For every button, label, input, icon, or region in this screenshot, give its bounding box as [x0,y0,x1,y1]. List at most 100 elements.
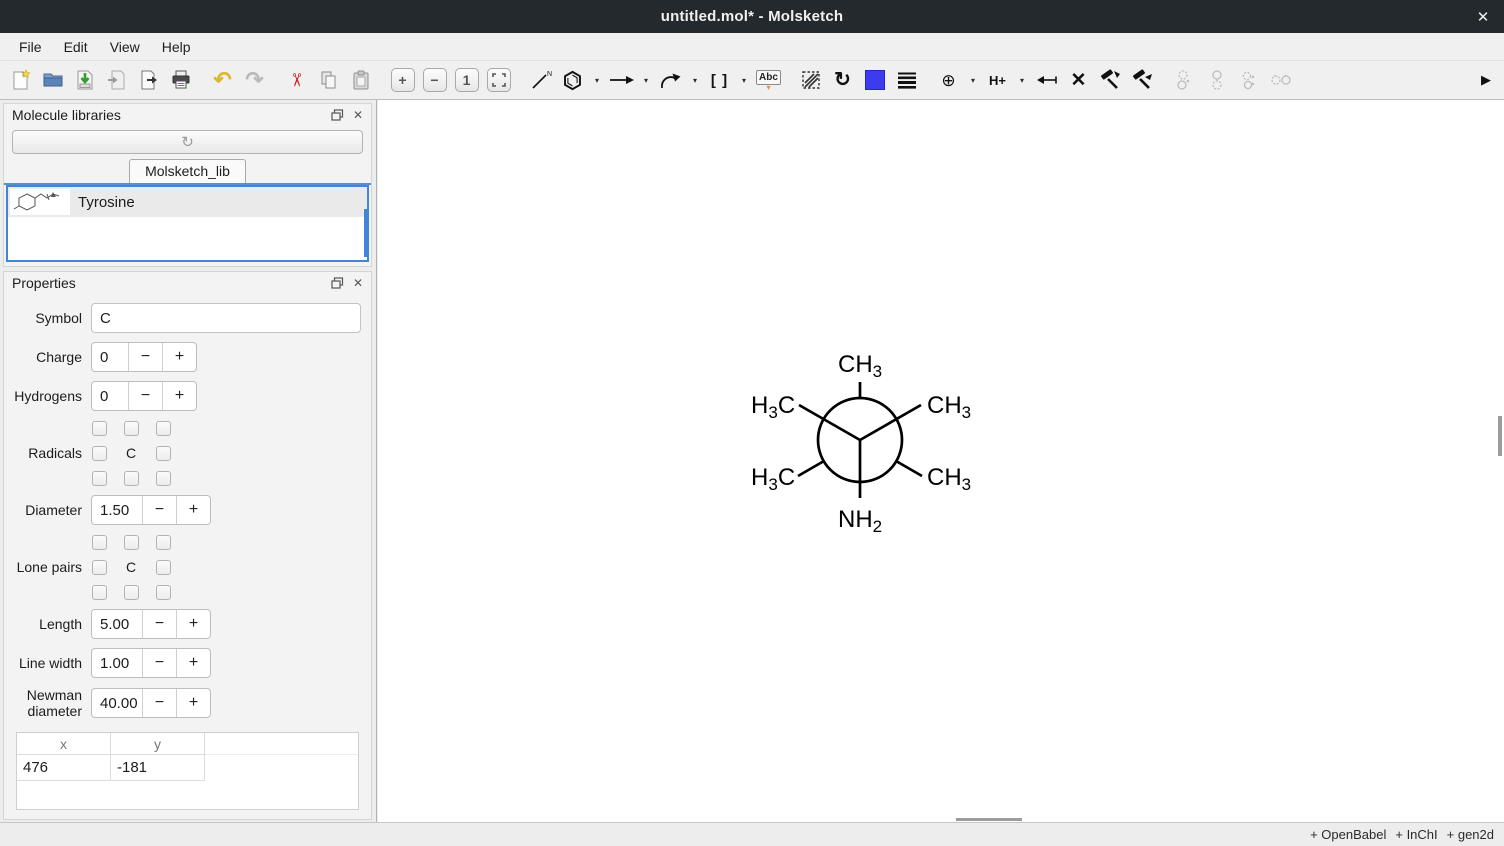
newman-diameter-value[interactable]: 40.00 [92,689,142,717]
import-button[interactable] [102,66,131,95]
zoom-fit-button[interactable] [484,66,513,95]
radical-checkbox[interactable] [156,421,171,436]
hydrogen-tool-dropdown[interactable]: ▾ [1015,66,1029,95]
diameter-label: Diameter [10,502,82,518]
radical-checkbox[interactable] [92,446,107,461]
line-width-decrement-button[interactable]: − [142,649,176,677]
list-item-tyrosine[interactable]: Tyrosine [8,187,367,217]
bracket-tool-button[interactable]: [ ] [705,66,734,95]
library-list-scrollbar[interactable] [364,209,367,257]
lone-pair-checkbox[interactable] [92,560,107,575]
x-coordinate-cell[interactable]: 476 [17,755,111,781]
cut-button[interactable]: ✂ [282,66,311,95]
lone-pair-checkbox[interactable] [156,560,171,575]
charge-tool-button[interactable]: ⊕ [934,66,963,95]
export-button[interactable] [134,66,163,95]
bracket-tool-dropdown[interactable]: ▾ [737,66,751,95]
toolbar-overflow-button[interactable]: ▶ [1474,66,1498,95]
undo-icon: ↶ [213,69,231,91]
paste-button[interactable] [346,66,375,95]
undo-button[interactable]: ↶ [208,66,237,95]
molecule-libraries-title: Molecule libraries [12,107,322,123]
refresh-libraries-button[interactable]: ↻ [12,130,363,154]
canvas-vertical-scrollbar[interactable] [1498,416,1502,456]
diameter-decrement-button[interactable]: − [142,496,176,524]
length-value[interactable]: 5.00 [92,610,142,638]
radical-checkbox[interactable] [92,421,107,436]
color-picker-button[interactable] [860,66,889,95]
hydrogens-spinner: 0 − + [91,381,197,411]
hammer-flip-tool-button[interactable] [1128,66,1157,95]
line-width-button[interactable] [892,66,921,95]
open-file-button[interactable] [38,66,67,95]
length-decrement-button[interactable]: − [142,610,176,638]
ring-tool-dropdown[interactable]: ▾ [590,66,604,95]
lone-pair-checkbox[interactable] [92,585,107,600]
tab-molsketch-lib[interactable]: Molsketch_lib [129,159,246,183]
toolbar: ↶ ↷ ✂ + − 1 N ▾ ▾ ▾ [ ] ▾ [0,61,1504,100]
menu-file[interactable]: File [8,35,53,59]
line-width-increment-button[interactable]: + [176,649,210,677]
hydrogens-increment-button[interactable]: + [162,382,196,410]
newman-diameter-decrement-button[interactable]: − [142,689,176,717]
length-increment-button[interactable]: + [176,610,210,638]
arrow-tool-dropdown[interactable]: ▾ [639,66,653,95]
delete-tool-button[interactable]: ✕ [1064,66,1093,95]
close-panel-icon[interactable]: ✕ [353,108,363,122]
zoom-original-button[interactable]: 1 [452,66,481,95]
zoom-out-button[interactable]: − [420,66,449,95]
symbol-input[interactable]: C [91,303,361,333]
lone-pair-checkbox[interactable] [156,585,171,600]
radical-checkbox[interactable] [92,471,107,486]
copy-button[interactable] [314,66,343,95]
charge-increment-button[interactable]: + [162,343,196,371]
close-panel-icon[interactable]: ✕ [353,276,363,290]
diameter-value[interactable]: 1.50 [92,496,142,524]
ring-tool-button[interactable] [558,66,587,95]
inactive-tool-group [1170,66,1295,95]
hydrogens-value[interactable]: 0 [92,382,128,410]
mechanism-arrow-dropdown[interactable]: ▾ [688,66,702,95]
save-button[interactable] [70,66,99,95]
y-coordinate-cell[interactable]: -181 [111,755,205,781]
menu-edit[interactable]: Edit [53,35,99,59]
newman-diameter-increment-button[interactable]: + [176,689,210,717]
radicals-label: Radicals [10,445,82,461]
rotate-tool-button[interactable]: ↻ [828,66,857,95]
zoom-in-button[interactable]: + [388,66,417,95]
line-width-value[interactable]: 1.00 [92,649,142,677]
radical-checkbox[interactable] [124,471,139,486]
selection-tool-button[interactable] [796,66,825,95]
menu-help[interactable]: Help [151,35,202,59]
charge-value[interactable]: 0 [92,343,128,371]
canvas-horizontal-scrollbar[interactable] [956,818,1022,821]
lone-pair-tool-button[interactable] [1032,66,1061,95]
float-panel-icon[interactable] [331,277,344,289]
newman-projection-molecule[interactable]: CH3 H3C CH3 H3C CH3 NH2 [741,330,991,545]
radical-checkbox[interactable] [156,471,171,486]
file-tool-group [6,66,195,95]
lone-pair-checkbox[interactable] [156,535,171,550]
menu-view[interactable]: View [99,35,151,59]
text-tool-button[interactable]: Abc ▾ [754,66,783,95]
diameter-increment-button[interactable]: + [176,496,210,524]
draw-bond-tool-button[interactable]: N [526,66,555,95]
lone-pairs-grid: C [91,534,171,600]
lone-pair-checkbox[interactable] [124,535,139,550]
radical-checkbox[interactable] [156,446,171,461]
hammer-tool-button[interactable] [1096,66,1125,95]
print-button[interactable] [166,66,195,95]
radical-checkbox[interactable] [124,421,139,436]
drawing-canvas[interactable]: CH3 H3C CH3 H3C CH3 NH2 [378,100,1504,822]
hydrogen-tool-button[interactable]: H+ [983,66,1012,95]
mechanism-arrow-tool-button[interactable] [656,66,685,95]
charge-decrement-button[interactable]: − [128,343,162,371]
arrow-tool-button[interactable] [607,66,636,95]
new-file-button[interactable] [6,66,35,95]
float-panel-icon[interactable] [331,109,344,121]
hydrogens-decrement-button[interactable]: − [128,382,162,410]
charge-tool-dropdown[interactable]: ▾ [966,66,980,95]
window-close-button[interactable]: ✕ [1472,6,1494,28]
lone-pair-checkbox[interactable] [92,535,107,550]
lone-pair-checkbox[interactable] [124,585,139,600]
